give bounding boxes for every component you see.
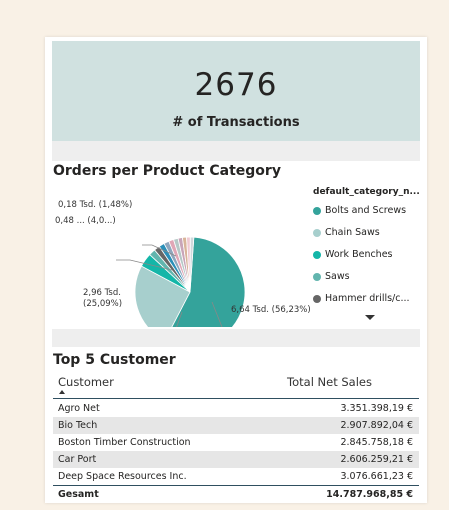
legend-item-hammer-drills[interactable]: Hammer drills/c... <box>313 293 410 304</box>
legend-item-saws[interactable]: Saws <box>313 271 350 282</box>
column-header-total-net-sales[interactable]: Total Net Sales <box>287 375 372 389</box>
legend-label: Bolts and Screws <box>325 205 407 216</box>
data-label-chain-saws-percent: (25,09%) <box>83 299 123 309</box>
cell-customer: Bio Tech <box>58 420 98 431</box>
legend-title: default_category_n... <box>313 187 420 197</box>
table-row[interactable]: Bio Tech 2.907.892,04 € <box>53 417 419 434</box>
kpi-card-transactions[interactable]: 2676 # of Transactions <box>52 41 420 141</box>
table-row[interactable]: Boston Timber Construction 2.845.758,18 … <box>53 434 419 451</box>
legend-label: Hammer drills/c... <box>325 293 410 304</box>
table-row[interactable]: Agro Net 3.351.398,19 € <box>53 400 419 417</box>
visual-spacer <box>52 329 420 347</box>
legend-dot <box>313 272 321 281</box>
cell-sales: 2.606.259,21 € <box>340 454 413 465</box>
kpi-value: 2676 <box>194 67 278 103</box>
legend-dot <box>313 206 321 215</box>
legend-item-work-benches[interactable]: Work Benches <box>313 249 393 260</box>
column-header-customer[interactable]: Customer <box>58 375 114 389</box>
legend-dot <box>313 250 321 259</box>
table-row[interactable]: Deep Space Resources Inc. 3.076.661,23 € <box>53 468 419 485</box>
legend-label: Saws <box>325 271 350 282</box>
cell-customer: Boston Timber Construction <box>58 437 191 448</box>
data-label-bolts-and-screws: 6,64 Tsd. (56,23%) <box>231 305 311 315</box>
legend-item-chain-saws[interactable]: Chain Saws <box>313 227 380 238</box>
cell-sales: 2.907.892,04 € <box>340 420 413 431</box>
visual-spacer <box>52 141 420 161</box>
table-total-row: Gesamt 14.787.968,85 € <box>53 485 419 503</box>
legend-dot <box>313 294 321 303</box>
legend-label: Chain Saws <box>325 227 380 238</box>
legend-item-bolts-and-screws[interactable]: Bolts and Screws <box>313 205 406 216</box>
cell-sales: 3.076.661,23 € <box>340 471 413 482</box>
table-row[interactable]: Car Port 2.606.259,21 € <box>53 451 419 468</box>
legend-dot <box>313 228 321 237</box>
cell-sales: 3.351.398,19 € <box>340 403 413 414</box>
header-divider <box>53 398 419 399</box>
cell-customer: Deep Space Resources Inc. <box>58 471 187 482</box>
kpi-label: # of Transactions <box>172 115 300 130</box>
cell-customer: Agro Net <box>58 403 100 414</box>
pie-chart-title: Orders per Product Category <box>53 163 281 179</box>
data-label-work-benches: 0,48 ... (4,0...) <box>55 216 116 226</box>
report-canvas: 2676 # of Transactions Orders per Produc… <box>45 37 427 503</box>
sort-ascending-icon[interactable] <box>59 390 65 394</box>
cell-customer: Car Port <box>58 454 97 465</box>
cell-sales: 2.845.758,18 € <box>340 437 413 448</box>
legend-scroll-down-icon[interactable] <box>365 315 375 320</box>
total-label: Gesamt <box>58 489 99 500</box>
table-title: Top 5 Customer <box>53 352 176 368</box>
legend-label: Work Benches <box>325 249 393 260</box>
total-value: 14.787.968,85 € <box>326 489 413 500</box>
data-label-chain-saws-value: 2,96 Tsd. <box>83 288 121 298</box>
data-label-slice-small: 0,18 Tsd. (1,48%) <box>58 200 133 210</box>
